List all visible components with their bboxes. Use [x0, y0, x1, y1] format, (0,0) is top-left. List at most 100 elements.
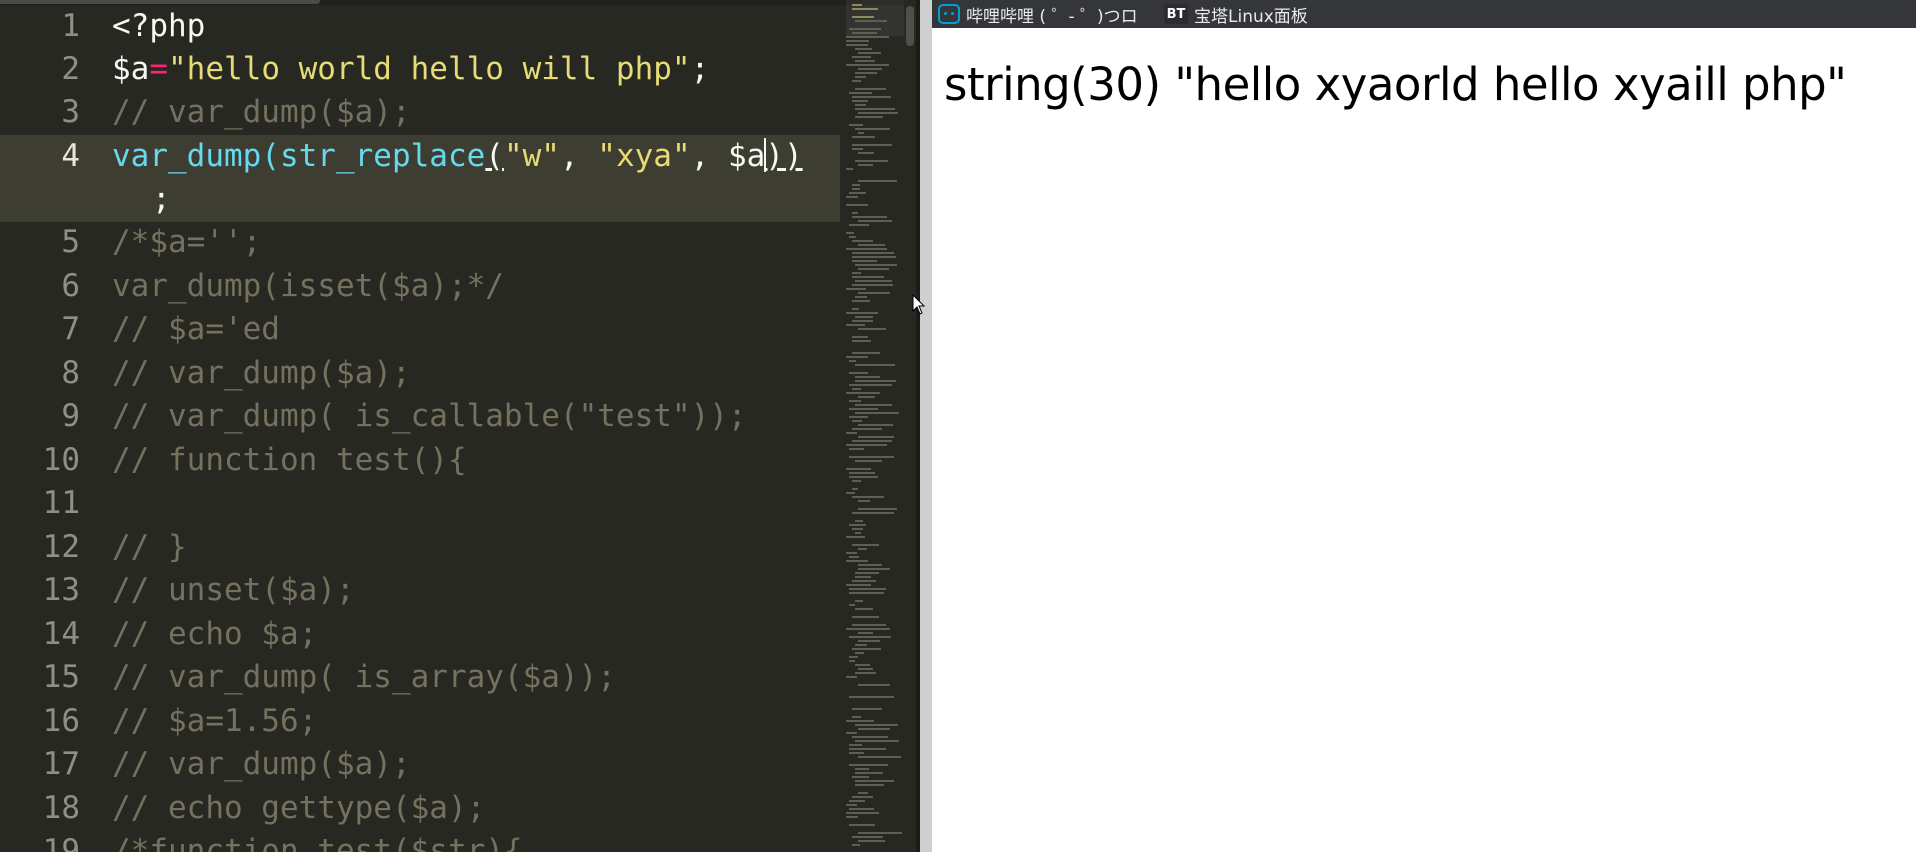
minimap-line	[852, 776, 869, 778]
code-comma: ,	[690, 138, 728, 174]
code-line-1[interactable]: 1 <?php	[0, 5, 840, 48]
code-line-2[interactable]: 2 $a="hello world hello will php";	[0, 48, 840, 91]
minimap-line	[849, 224, 869, 226]
code-line-10[interactable]: 10 // function test(){	[0, 439, 840, 482]
code-comment: // echo $a;	[112, 616, 318, 652]
line-number: 3	[61, 94, 80, 130]
line-number: 15	[42, 659, 80, 695]
bookmark-bt-panel[interactable]: BT 宝塔Linux面板	[1164, 0, 1308, 28]
minimap-line	[849, 524, 866, 526]
code-line-19[interactable]: 19 /*function test($str){	[0, 830, 840, 852]
minimap-line	[852, 256, 896, 258]
minimap-line	[846, 44, 868, 46]
minimap-line	[858, 268, 889, 270]
minimap-line	[855, 364, 895, 366]
minimap-line	[852, 388, 861, 390]
code-line-4-active[interactable]: 4 var_dump(str_replace("w", "xya", $a)) …	[0, 135, 840, 222]
code-line-12[interactable]: 12 // }	[0, 526, 840, 569]
minimap-line	[849, 588, 886, 590]
code-line-15[interactable]: 15 // var_dump( is_array($a));	[0, 656, 840, 699]
minimap-line	[852, 188, 860, 190]
minimap-line	[852, 736, 888, 738]
mouse-pointer-icon	[912, 294, 926, 315]
code-comment: // var_dump($a);	[112, 94, 411, 130]
editor-scrollbar[interactable]	[904, 0, 916, 852]
code-line-5[interactable]: 5 /*$a='';	[0, 221, 840, 264]
code-line-16[interactable]: 16 // $a=1.56;	[0, 700, 840, 743]
code-line-7[interactable]: 7 // $a='ed	[0, 308, 840, 351]
minimap-line	[855, 532, 861, 534]
code-text: var_dump(str_replace("w", "xya", $a))	[112, 135, 803, 178]
minimap-line	[849, 372, 868, 374]
code-line-9[interactable]: 9 // var_dump( is_callable("test"));	[0, 395, 840, 438]
code-line-17[interactable]: 17 // var_dump($a);	[0, 743, 840, 786]
minimap-line	[846, 36, 889, 38]
minimap-line	[858, 244, 885, 246]
minimap-line	[855, 76, 866, 78]
minimap-line	[855, 316, 873, 318]
minimap-line	[852, 320, 873, 322]
code-line-13[interactable]: 13 // unset($a);	[0, 569, 840, 612]
bookmark-label: 哔哩哔哩 ( ゜- ゜)つロ	[966, 6, 1138, 27]
line-number: 6	[61, 268, 80, 304]
line-number: 10	[42, 442, 80, 478]
minimap-line	[858, 220, 892, 222]
minimap-line	[852, 260, 877, 262]
minimap-line	[849, 476, 878, 478]
code-line-18[interactable]: 18 // echo gettype($a);	[0, 787, 840, 830]
code-line-6[interactable]: 6 var_dump(isset($a);*/	[0, 265, 840, 308]
minimap-line	[846, 392, 880, 394]
bookmarks-bar: 哔哩哔哩 ( ゜- ゜)つロ BT 宝塔Linux面板	[932, 0, 1916, 28]
code-comment: // var_dump( is_array($a));	[112, 659, 616, 695]
code-line-11[interactable]: 11	[0, 482, 840, 525]
minimap-line	[849, 824, 875, 826]
minimap-line	[852, 480, 861, 482]
minimap-line	[849, 592, 884, 594]
bilibili-icon	[938, 4, 960, 24]
line-number: 12	[42, 529, 80, 565]
minimap-line	[855, 264, 897, 266]
minimap-line	[846, 432, 857, 434]
minimap-line	[852, 616, 879, 618]
bookmark-bilibili[interactable]: 哔哩哔哩 ( ゜- ゜)つロ	[938, 0, 1138, 28]
minimap-line	[855, 572, 879, 574]
minimap-line	[846, 288, 866, 290]
active-tab-edge[interactable]	[0, 0, 320, 4]
minimap-line	[858, 112, 898, 114]
minimap-line	[852, 796, 873, 798]
minimap-line	[852, 648, 881, 650]
minimap-line	[858, 292, 890, 294]
line-number: 16	[42, 703, 80, 739]
code-comment: // var_dump($a);	[112, 746, 411, 782]
minimap-line	[852, 836, 883, 838]
minimap-line	[852, 580, 876, 582]
minimap-line	[855, 724, 898, 726]
code-comment: /*function test($str){	[112, 833, 523, 852]
minimap-line	[852, 284, 893, 286]
code-line-8[interactable]: 8 // var_dump($a);	[0, 352, 840, 395]
code-wrapped-semicolon: ;	[152, 181, 171, 217]
minimap-line	[858, 564, 882, 566]
minimap-line	[852, 184, 860, 186]
minimap-line	[849, 124, 863, 126]
minimap-line	[849, 360, 856, 362]
minimap-line	[858, 424, 893, 426]
minimap-line	[858, 68, 882, 70]
minimap-line	[855, 72, 877, 74]
code-comment: // $a=1.56;	[112, 703, 318, 739]
window-splitter[interactable]	[920, 0, 932, 852]
minimap-line	[852, 624, 886, 626]
code-string: "xya"	[597, 138, 691, 174]
minimap-line	[852, 512, 894, 514]
code-line-14[interactable]: 14 // echo $a;	[0, 613, 840, 656]
code-editor[interactable]: 1 <?php 2 $a="hello world hello will php…	[0, 0, 920, 852]
minimap-line	[846, 628, 890, 630]
minimap-line	[846, 468, 871, 470]
code-minimap[interactable]	[846, 0, 904, 852]
minimap-line	[858, 684, 890, 686]
minimap-line	[852, 4, 862, 6]
minimap-line	[858, 756, 901, 758]
minimap-line	[855, 280, 892, 282]
code-line-3[interactable]: 3 // var_dump($a);	[0, 91, 840, 134]
editor-scrollbar-thumb[interactable]	[906, 6, 914, 46]
